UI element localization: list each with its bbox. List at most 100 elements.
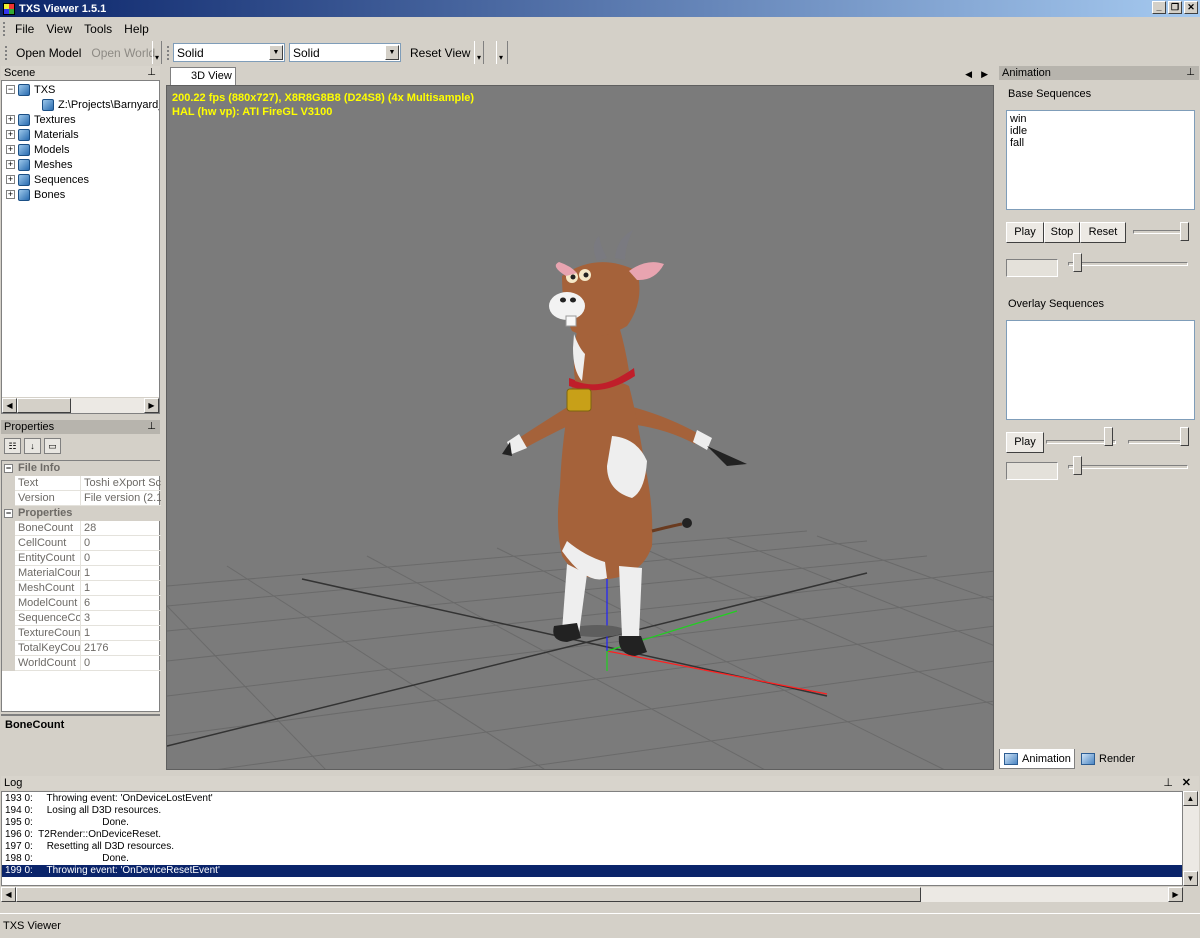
fill-mode-select-2[interactable]: Solid ▼: [289, 43, 401, 62]
property-value[interactable]: 28: [80, 521, 161, 536]
toolbar-grip[interactable]: [5, 45, 7, 60]
dropdown-arrow-icon[interactable]: ▼: [269, 45, 283, 60]
scroll-thumb[interactable]: [16, 887, 921, 902]
fill-mode-select-1[interactable]: Solid ▼: [173, 43, 285, 62]
tree-node-textures[interactable]: + Textures: [6, 112, 76, 127]
reset-button[interactable]: Reset: [1080, 222, 1126, 243]
property-row[interactable]: TextureCount 1: [2, 626, 161, 641]
tree-node-materials[interactable]: + Materials: [6, 127, 79, 142]
overlay-speed-slider-track[interactable]: [1128, 440, 1188, 444]
tab-animation[interactable]: Animation: [999, 749, 1075, 769]
property-value[interactable]: 0: [80, 536, 161, 551]
menu-grip[interactable]: [3, 22, 5, 36]
property-row[interactable]: ModelCount 6: [2, 596, 161, 611]
scroll-left-icon[interactable]: ◀: [1, 887, 16, 902]
scroll-up-icon[interactable]: ▲: [1183, 791, 1198, 806]
3d-viewport[interactable]: 200.22 fps (880x727), X8R8G8B8 (D24S8) (…: [166, 85, 994, 770]
scene-tree[interactable]: − TXS Z:\Projects\Barnyard_ + Textures +…: [1, 80, 160, 414]
overlay-time-slider-thumb[interactable]: [1073, 456, 1082, 475]
stop-button[interactable]: Stop: [1044, 222, 1080, 243]
alphabetical-sort-icon[interactable]: ↓: [24, 438, 41, 454]
dropdown-arrow-icon[interactable]: ▼: [385, 45, 399, 60]
overlay-time-field[interactable]: [1006, 462, 1058, 480]
property-row[interactable]: WorldCount 0: [2, 656, 161, 671]
time-field[interactable]: [1006, 259, 1058, 277]
menu-tools[interactable]: Tools: [78, 22, 118, 36]
overlay-blend-slider-thumb[interactable]: [1104, 427, 1113, 446]
overlay-sequences-list[interactable]: [1006, 320, 1195, 420]
tab-scroll-right-icon[interactable]: ▶: [981, 69, 988, 80]
tree-node-file[interactable]: Z:\Projects\Barnyard_: [42, 97, 159, 112]
close-button[interactable]: ✕: [1184, 1, 1198, 14]
scene-hscrollbar[interactable]: ◀ ▶: [2, 397, 159, 413]
tree-node-models[interactable]: + Models: [6, 142, 69, 157]
list-item[interactable]: fall: [1010, 137, 1191, 149]
scroll-down-icon[interactable]: ▼: [1183, 871, 1198, 886]
tree-node-meshes[interactable]: + Meshes: [6, 157, 73, 172]
property-value[interactable]: 1: [80, 626, 161, 641]
pin-icon[interactable]: ⊥: [147, 420, 156, 434]
scroll-left-icon[interactable]: ◀: [2, 398, 17, 413]
minimize-button[interactable]: _: [1152, 1, 1166, 14]
collapse-icon[interactable]: −: [6, 85, 15, 94]
base-sequences-list[interactable]: win idle fall: [1006, 110, 1195, 210]
tree-node-txs[interactable]: − TXS: [6, 82, 55, 97]
property-row[interactable]: TotalKeyCoui 2176: [2, 641, 161, 656]
menu-help[interactable]: Help: [118, 22, 155, 36]
property-value[interactable]: 0: [80, 656, 161, 671]
expand-icon[interactable]: +: [6, 175, 15, 184]
toolbar-overflow-button-3[interactable]: ▾: [496, 41, 505, 64]
property-value[interactable]: Toshi eXport Scer: [80, 476, 161, 491]
expand-icon[interactable]: +: [6, 130, 15, 139]
menu-view[interactable]: View: [40, 22, 78, 36]
tab-scroll-left-icon[interactable]: ◀: [965, 69, 972, 80]
log-line-selected[interactable]: 199 0: Throwing event: 'OnDeviceResetEve…: [2, 865, 1182, 877]
categorized-icon[interactable]: ☷: [4, 438, 21, 454]
log-list[interactable]: 193 0: Throwing event: 'OnDeviceLostEven…: [1, 791, 1183, 886]
menu-file[interactable]: File: [9, 22, 40, 36]
log-hscrollbar[interactable]: ◀ ▶: [1, 886, 1183, 902]
overlay-speed-slider-thumb[interactable]: [1180, 427, 1189, 446]
property-row[interactable]: Text Toshi eXport Scer: [2, 476, 161, 491]
property-row[interactable]: CellCount 0: [2, 536, 161, 551]
maximize-button[interactable]: ❐: [1168, 1, 1182, 14]
property-category-properties[interactable]: − Properties: [2, 506, 161, 521]
list-item[interactable]: idle: [1010, 125, 1191, 137]
expand-icon[interactable]: +: [6, 145, 15, 154]
property-row[interactable]: MeshCount 1: [2, 581, 161, 596]
collapse-icon[interactable]: −: [4, 464, 13, 473]
tab-3d-view[interactable]: 3D View: [170, 67, 236, 85]
property-value[interactable]: 1: [80, 566, 161, 581]
property-row[interactable]: EntityCount 0: [2, 551, 161, 566]
log-line[interactable]: 197 0: Resetting all D3D resources.: [2, 841, 1182, 853]
log-line[interactable]: 195 0: Done.: [2, 817, 1182, 829]
tab-render[interactable]: Render: [1077, 749, 1143, 769]
collapse-icon[interactable]: −: [4, 509, 13, 518]
close-icon[interactable]: ✕: [1182, 776, 1191, 790]
property-grid[interactable]: − File Info Text Toshi eXport Scer Versi…: [1, 460, 161, 712]
property-row[interactable]: BoneCount 28: [2, 521, 161, 536]
list-item[interactable]: win: [1010, 113, 1191, 125]
toolbar-grip-2[interactable]: [167, 45, 169, 60]
time-slider-thumb[interactable]: [1073, 253, 1082, 272]
pin-icon[interactable]: ⊥: [147, 66, 156, 80]
log-line[interactable]: 193 0: Throwing event: 'OnDeviceLostEven…: [2, 793, 1182, 805]
tree-node-bones[interactable]: + Bones: [6, 187, 65, 202]
log-vscrollbar[interactable]: ▲ ▼: [1183, 791, 1199, 886]
property-value[interactable]: 0: [80, 551, 161, 566]
expand-icon[interactable]: +: [6, 190, 15, 199]
log-line[interactable]: 198 0: Done.: [2, 853, 1182, 865]
property-value[interactable]: 3: [80, 611, 161, 626]
scroll-right-icon[interactable]: ▶: [144, 398, 159, 413]
overlay-play-button[interactable]: Play: [1006, 432, 1044, 453]
tree-node-sequences[interactable]: + Sequences: [6, 172, 89, 187]
time-slider-track[interactable]: [1068, 262, 1188, 266]
property-pages-icon[interactable]: ▭: [44, 438, 61, 454]
log-line[interactable]: 194 0: Losing all D3D resources.: [2, 805, 1182, 817]
log-line[interactable]: 196 0: T2Render::OnDeviceReset.: [2, 829, 1182, 841]
reset-view-button[interactable]: Reset View: [405, 46, 475, 60]
property-value[interactable]: 1: [80, 581, 161, 596]
pin-icon[interactable]: ⊥: [1186, 66, 1195, 80]
pin-icon[interactable]: ⊥: [1163, 776, 1173, 790]
property-value[interactable]: 2176: [80, 641, 161, 656]
